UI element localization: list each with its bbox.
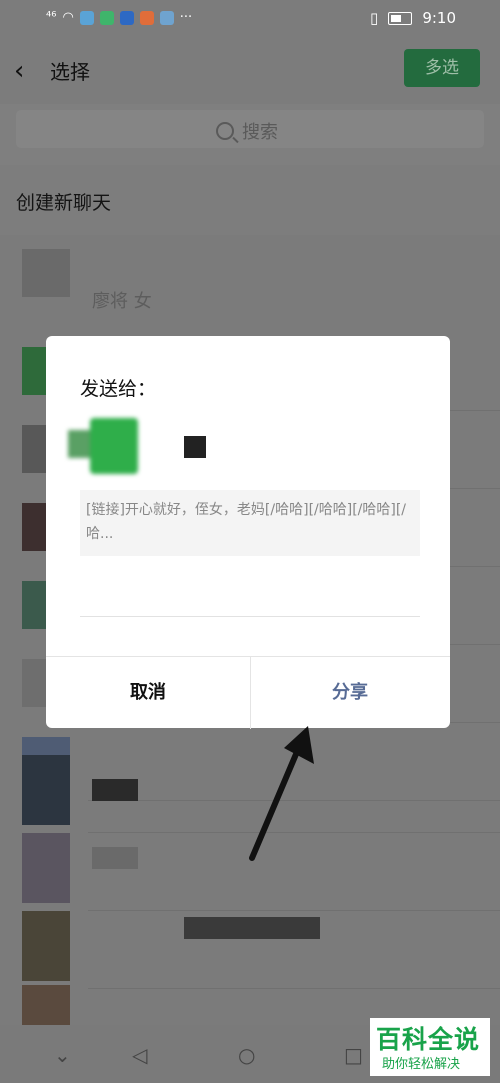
status-bar: ⁴⁶ ◠ ··· ▯ 9:10	[0, 0, 500, 38]
dialog-title: 发送给：	[80, 378, 157, 400]
avatar	[22, 755, 70, 825]
shield-app-icon	[79, 10, 94, 25]
cancel-button[interactable]: 取消	[46, 657, 251, 729]
video-app-icon	[99, 10, 114, 25]
multi-select-button[interactable]: 多选	[404, 49, 480, 87]
collapse-icon[interactable]: ⌄	[54, 1043, 71, 1067]
send-to-dialog: 发送给： [链接]开心就好，侄女，老妈[/哈哈][/哈哈][/哈哈][/哈...…	[46, 336, 450, 729]
message-preview: [链接]开心就好，侄女，老妈[/哈哈][/哈哈][/哈哈][/哈...	[80, 490, 420, 556]
news-app-icon	[119, 10, 134, 25]
more-notifications-icon: ···	[179, 10, 193, 25]
status-icons-right: ▯ 9:10	[370, 9, 456, 27]
browser-app-icon	[159, 10, 174, 25]
new-chat-label[interactable]: 创建新聊天	[16, 188, 111, 215]
recipient-name-redacted	[184, 436, 206, 458]
pointer-arrow	[249, 726, 314, 861]
status-icons-left: ⁴⁶ ◠ ···	[46, 10, 192, 25]
recents-square-icon[interactable]: □	[344, 1043, 363, 1067]
search-placeholder: 搜索	[242, 122, 278, 143]
list-item[interactable]: 廖将 女	[0, 235, 500, 313]
recipient-avatar	[68, 414, 138, 478]
avatar	[22, 833, 70, 903]
list-item[interactable]	[0, 911, 500, 989]
home-circle-icon[interactable]: ○	[238, 1043, 255, 1067]
top-bar: ‹ 选择 多选	[0, 38, 500, 104]
search-input[interactable]: 搜索	[16, 110, 484, 148]
back-arrow-icon[interactable]: ‹	[14, 56, 36, 86]
list-item-label: 廖将 女	[92, 291, 152, 312]
watermark-subtitle: 助你轻松解决	[382, 1057, 461, 1072]
clock: 9:10	[422, 9, 456, 27]
watermark-logo: 百科全说 助你轻松解决	[370, 1018, 490, 1076]
avatar	[22, 911, 70, 981]
search-icon	[216, 122, 234, 140]
divider	[80, 616, 420, 617]
wifi-icon: ◠	[62, 10, 74, 25]
vibrate-icon: ▯	[370, 9, 379, 27]
watermark-title: 百科全说	[376, 1025, 481, 1054]
weibo-app-icon	[139, 10, 154, 25]
battery-icon	[388, 11, 413, 25]
signal-icon: ⁴⁶	[46, 10, 57, 25]
avatar	[22, 249, 70, 297]
page-title: 选择	[50, 60, 90, 84]
back-triangle-icon[interactable]: ◁	[132, 1043, 147, 1067]
